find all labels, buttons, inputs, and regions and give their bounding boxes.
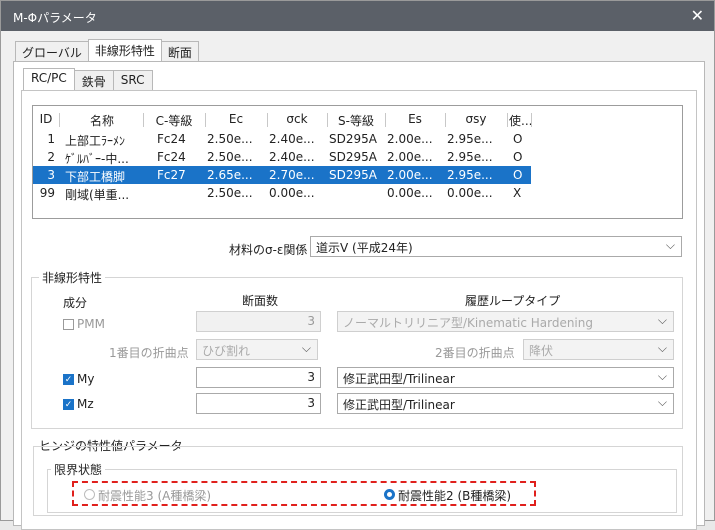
my-label: My bbox=[77, 372, 95, 386]
tab-global[interactable]: グローバル bbox=[15, 41, 89, 61]
mz-section-count[interactable]: 3 bbox=[196, 393, 321, 414]
close-icon[interactable]: ✕ bbox=[691, 6, 704, 25]
pmm-section-count[interactable]: 3 bbox=[196, 311, 321, 332]
header-ec[interactable]: Ec bbox=[207, 112, 265, 126]
material-table: ID 名称 C-等級 Ec σck S-等級 Es σsy 使... 1 上部工… bbox=[32, 105, 683, 219]
bend2-label: 2番目の折曲点 bbox=[435, 346, 515, 360]
tab-section[interactable]: 断面 bbox=[160, 41, 199, 61]
mz-label: Mz bbox=[77, 397, 94, 411]
pmm-hysteresis-select[interactable]: ノーマルトリリニア型/Kinematic Hardening ⌵ bbox=[337, 311, 674, 332]
tab-nonlinear[interactable]: 非線形特性 bbox=[87, 39, 162, 61]
title-bar: M-Φパラメータ ✕ bbox=[1, 1, 714, 31]
tab-steel[interactable]: 鉄骨 bbox=[73, 70, 114, 90]
my-checkbox[interactable]: ✓ bbox=[63, 374, 74, 385]
my-section-count[interactable]: 3 bbox=[196, 367, 321, 388]
limit-state-title: 限界状態 bbox=[51, 461, 106, 478]
table-header: ID 名称 C-等級 Ec σck S-等級 Es σsy 使... bbox=[33, 110, 682, 128]
chevron-down-icon: ⌵ bbox=[657, 395, 667, 409]
header-id[interactable]: ID bbox=[37, 112, 55, 126]
header-use[interactable]: 使... bbox=[509, 112, 531, 129]
radio-performance-2[interactable] bbox=[384, 489, 395, 500]
header-sigma-sy[interactable]: σsy bbox=[447, 112, 505, 126]
chevron-down-icon: ⌵ bbox=[657, 341, 667, 355]
bend2-select[interactable]: 降伏 ⌵ bbox=[523, 339, 674, 360]
section-count-header: 断面数 bbox=[242, 294, 279, 308]
header-sigma-ck[interactable]: σck bbox=[269, 112, 325, 126]
tab-src[interactable]: SRC bbox=[112, 70, 153, 90]
material-relation-select[interactable]: 道示V (平成24年) ⌵ bbox=[310, 236, 682, 257]
hysteresis-header: 履歴ループタイプ bbox=[465, 294, 561, 308]
pmm-label: PMM bbox=[77, 317, 105, 331]
radio-performance-3[interactable] bbox=[84, 489, 95, 500]
bend1-select[interactable]: ひび割れ ⌵ bbox=[196, 339, 318, 360]
mz-hysteresis-select[interactable]: 修正武田型/Trilinear ⌵ bbox=[337, 393, 674, 414]
pmm-checkbox[interactable] bbox=[63, 319, 74, 330]
performance-3-label: 耐震性能3 (A種橋梁) bbox=[98, 489, 212, 503]
header-s-grade[interactable]: S-等級 bbox=[329, 112, 383, 129]
mz-checkbox[interactable]: ✓ bbox=[63, 399, 74, 410]
material-relation-label: 材料のσ-ε関係 bbox=[229, 243, 308, 257]
nonlinear-title: 非線形特性 bbox=[39, 269, 106, 286]
tab-rc-pc[interactable]: RC/PC bbox=[23, 68, 75, 90]
chevron-down-icon: ⌵ bbox=[301, 341, 311, 355]
table-row-selected[interactable]: 3 下部工橋脚 Fc27 2.65e... 2.70e... SD295A 2.… bbox=[33, 166, 531, 184]
chevron-down-icon: ⌵ bbox=[657, 369, 667, 383]
table-row[interactable]: 99 剛域(単重... 2.50e... 0.00e... 0.00e... 0… bbox=[33, 184, 682, 202]
header-es[interactable]: Es bbox=[387, 112, 443, 126]
chevron-down-icon: ⌵ bbox=[657, 313, 667, 327]
header-name[interactable]: 名称 bbox=[65, 112, 139, 129]
mphi-parameter-dialog: M-Φパラメータ ✕ グローバル 非線形特性 断面 RC/PC 鉄骨 SRC I… bbox=[0, 0, 715, 530]
header-c-grade[interactable]: C-等級 bbox=[147, 112, 201, 129]
chevron-down-icon: ⌵ bbox=[665, 238, 675, 252]
table-row[interactable]: 2 ｹﾞﾙﾊﾞｰ-中... Fc24 2.50e... 2.40e... SD2… bbox=[33, 148, 682, 166]
main-tabs: グローバル 非線形特性 断面 bbox=[15, 39, 199, 61]
my-hysteresis-select[interactable]: 修正武田型/Trilinear ⌵ bbox=[337, 367, 674, 388]
bend1-label: 1番目の折曲点 bbox=[109, 346, 189, 360]
table-row[interactable]: 1 上部工ﾗｰﾒﾝ Fc24 2.50e... 2.40e... SD295A … bbox=[33, 130, 682, 148]
performance-2-label: 耐震性能2 (B種橋梁) bbox=[398, 489, 512, 503]
component-header: 成分 bbox=[63, 296, 88, 310]
sub-tabs: RC/PC 鉄骨 SRC bbox=[23, 68, 153, 90]
window-title: M-Φパラメータ bbox=[13, 11, 97, 25]
